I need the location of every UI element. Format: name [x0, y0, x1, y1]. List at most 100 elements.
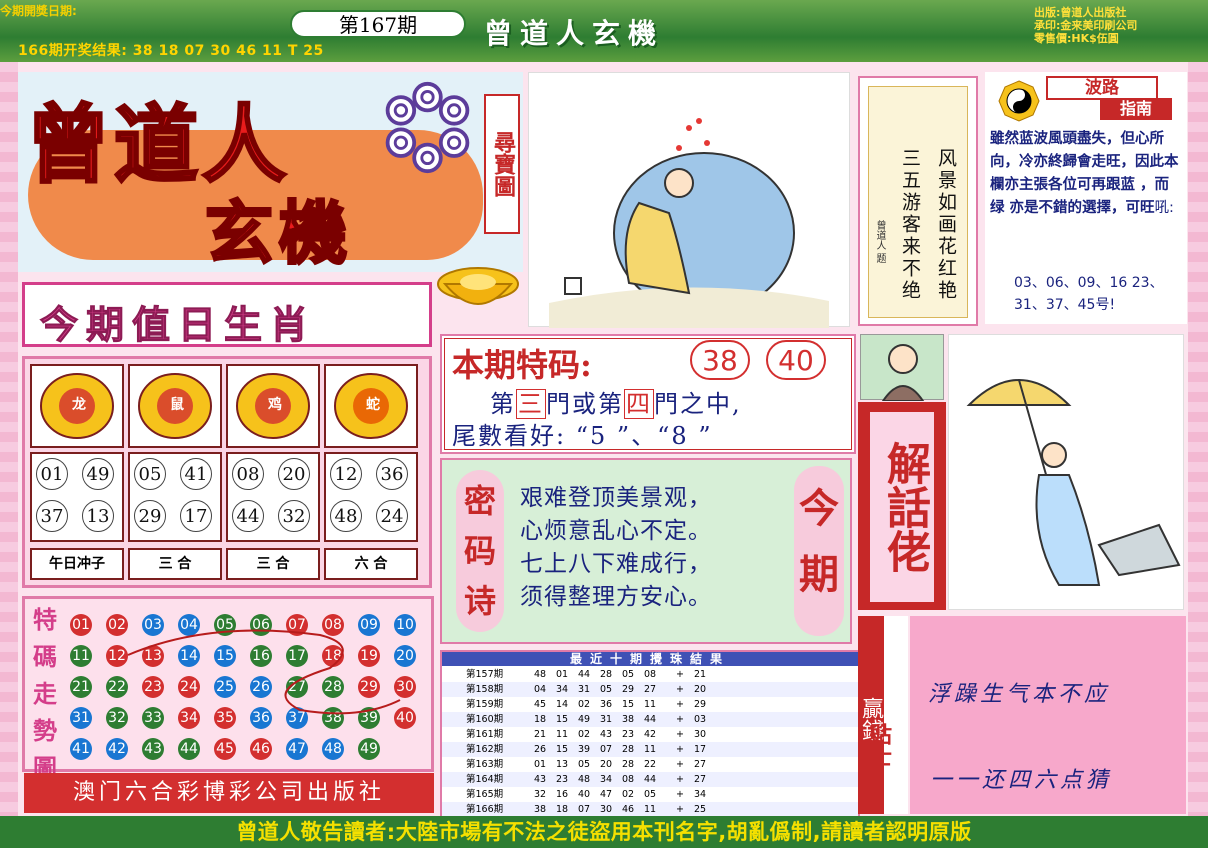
history-special-number: 29	[694, 699, 707, 710]
history-number: 23	[622, 729, 635, 740]
history-number: 02	[622, 789, 635, 800]
history-number: 43	[600, 729, 613, 740]
history-number: 26	[534, 744, 547, 755]
door-text-a: 第	[490, 390, 516, 418]
trend-title: 特碼走勢圖	[33, 606, 57, 782]
history-number: 44	[644, 714, 657, 725]
guide-body: 雖然蓝波風頭盡失，但心所向，冷亦終歸會走旺，因此本欄亦主張各位可再跟蓝 ，而 绿…	[990, 131, 1179, 216]
special-code-label: 本期特码:	[452, 346, 592, 384]
guide-numbers: 03、06、09、16 23、31、37、45号!	[1014, 275, 1164, 313]
right-border-strip	[1188, 62, 1208, 816]
history-number: 49	[578, 714, 591, 725]
password-tag-char: 诗	[463, 582, 496, 620]
history-special-number: 27	[694, 774, 707, 785]
history-number: 32	[534, 789, 547, 800]
issue-tag-char: 今	[799, 485, 839, 532]
guide-nums-prefix: 吼:	[1154, 200, 1174, 216]
password-poem-lines: 艰难登顶美景观， 心烦意乱心不定。 七上八下难成行， 须得整理方安心。	[520, 482, 790, 614]
issue-tag-char: 期	[799, 551, 839, 598]
zodiac-number: 20	[278, 458, 310, 490]
history-special-number: 25	[694, 804, 707, 815]
history-number: 42	[644, 729, 657, 740]
zodiac-number: 48	[330, 500, 362, 532]
history-issue: 第163期	[466, 759, 504, 770]
history-plus: +	[676, 699, 684, 710]
draw-date-label: 今期開獎日期:	[0, 4, 77, 18]
guide-subtitle: 指南	[1100, 98, 1172, 120]
publisher-info: 出版:曾道人出版社 承印:金来美印刷公司 零售價:HK$伍圓	[1034, 6, 1137, 45]
header-title: 曾道人玄機	[484, 17, 665, 50]
zodiac-number: 32	[278, 500, 310, 532]
zodiac-number: 13	[82, 500, 114, 532]
history-number: 04	[534, 684, 547, 695]
history-number: 11	[644, 804, 657, 815]
comic-illustration-scholar	[528, 72, 850, 328]
history-number: 18	[534, 714, 547, 725]
history-number: 30	[600, 804, 613, 815]
history-number: 16	[556, 789, 569, 800]
history-number: 27	[644, 684, 657, 695]
zodiac-number: 41	[180, 458, 212, 490]
poem-line-2: 三五游客来不绝	[899, 148, 921, 302]
special-number-2: 40	[766, 340, 826, 380]
history-number: 34	[556, 684, 569, 695]
publisher-line: 出版:曾道人出版社	[1034, 6, 1127, 19]
comic-small-man	[860, 334, 944, 402]
zodiac-number: 36	[376, 458, 408, 490]
zodiac-image-3: 蛇	[324, 364, 418, 448]
poem-signature: 曾道人 题	[874, 220, 885, 264]
history-plus: +	[676, 774, 684, 785]
comic-illustration-lady	[948, 334, 1184, 610]
zodiac-name: 鼠	[170, 397, 184, 413]
history-number: 38	[622, 714, 635, 725]
zodiac-name: 蛇	[366, 397, 380, 413]
special-door-hint: 第三門或第四門之中,	[490, 384, 742, 419]
history-row: 第157期 48 01 44 28 05 08 +21	[442, 667, 858, 683]
zodiac-number: 37	[36, 500, 68, 532]
history-number: 11	[644, 699, 657, 710]
history-special-number: 20	[694, 684, 707, 695]
history-number: 28	[600, 669, 613, 680]
printer-line: 承印:金来美印刷公司	[1034, 19, 1138, 32]
history-row: 第162期 26 15 39 07 28 11 +17	[442, 742, 858, 758]
guide-title: 波路	[1046, 76, 1158, 100]
password-tag-char: 码	[463, 532, 496, 570]
history-plus: +	[676, 744, 684, 755]
zodiac-relation-label: 午日冲子	[30, 548, 124, 580]
history-issue: 第158期	[466, 684, 504, 695]
history-number: 29	[622, 684, 635, 695]
zodiac-number: 44	[232, 500, 264, 532]
publisher-banner: 澳门六合彩博彩公司出版社	[24, 773, 434, 813]
history-row: 第165期 32 16 40 47 02 05 +34	[442, 787, 858, 803]
coins-icon	[385, 81, 470, 174]
history-number: 05	[578, 759, 591, 770]
zodiac-number: 12	[330, 458, 362, 490]
history-number: 46	[622, 804, 635, 815]
zodiac-image-0: 龙	[30, 364, 124, 448]
zodiac-title: 今期值日生肖	[39, 302, 317, 348]
history-number: 05	[644, 789, 657, 800]
history-number: 08	[644, 669, 657, 680]
previous-result: 166期开奖结果: 38 18 07 30 46 11 T 25	[18, 43, 324, 59]
history-issue: 第157期	[466, 669, 504, 680]
left-border-strip	[0, 62, 18, 816]
history-number: 18	[556, 804, 569, 815]
history-title: 最近十期攪珠結果	[442, 652, 858, 666]
footer-warning: 曾道人敬告讀者:大陸市場有不法之徒盜用本刊名字,胡亂僞制,請讀者認明原版	[0, 816, 1208, 848]
history-number: 21	[534, 729, 547, 740]
history-number: 11	[644, 744, 657, 755]
history-number: 44	[578, 669, 591, 680]
logo-title-line2: 玄機	[203, 193, 354, 276]
history-number: 28	[622, 744, 635, 755]
door-number-b: 四	[624, 389, 654, 419]
history-special-number: 17	[694, 744, 707, 755]
zodiac-number: 49	[82, 458, 114, 490]
history-number: 14	[556, 699, 569, 710]
history-number: 01	[556, 669, 569, 680]
issue-number: 第167期	[290, 10, 466, 38]
history-number: 31	[600, 714, 613, 725]
history-number: 01	[534, 759, 547, 770]
history-plus: +	[676, 789, 684, 800]
this-issue-tag: 今期	[794, 466, 844, 636]
history-number: 07	[578, 804, 591, 815]
